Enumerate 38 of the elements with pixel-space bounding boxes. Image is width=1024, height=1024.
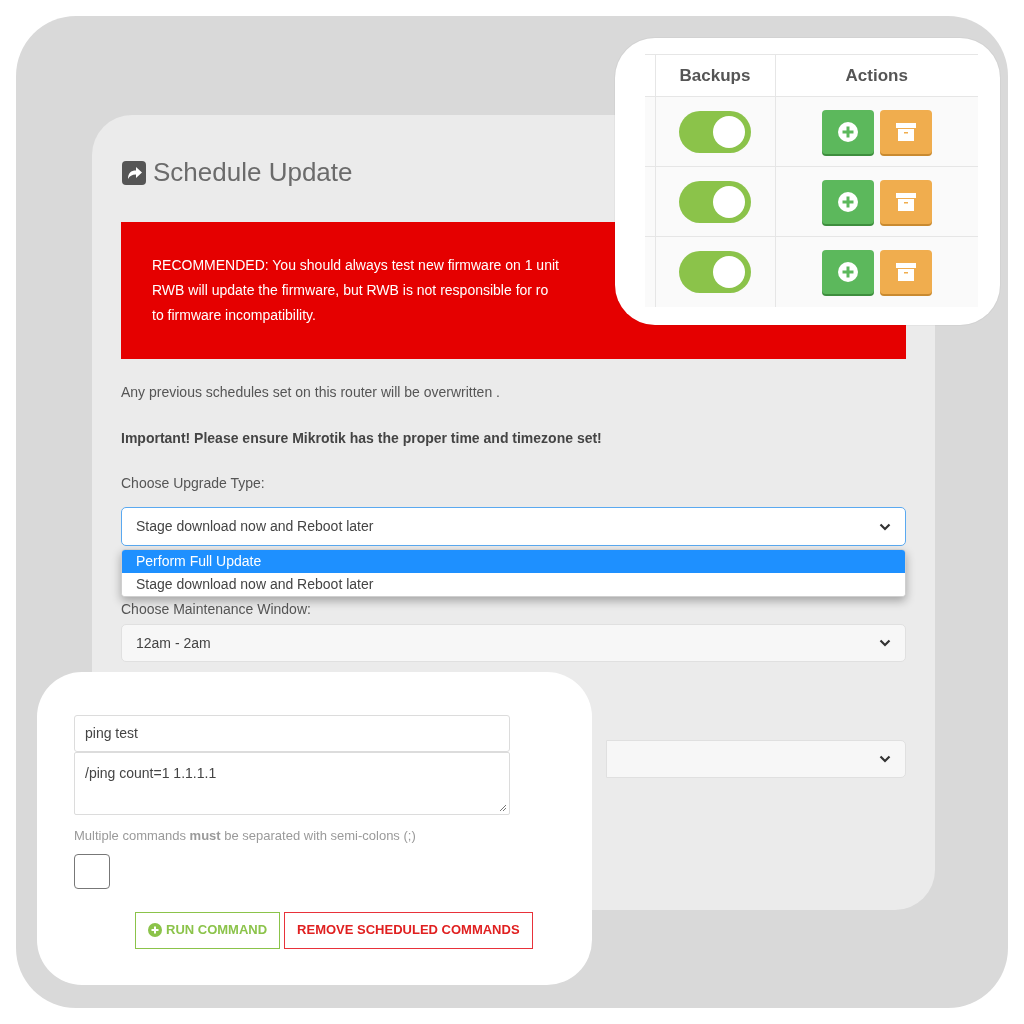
alert-text: to firmware incompatibility. (152, 306, 316, 325)
archive-button[interactable] (879, 109, 932, 154)
add-button[interactable] (821, 179, 874, 224)
upgrade-type-label: Choose Upgrade Type: (121, 474, 266, 493)
add-button[interactable] (821, 249, 874, 294)
plus-circle-icon (148, 923, 162, 937)
archive-box-icon (894, 260, 917, 283)
panel-title: Schedule Update (153, 156, 353, 189)
command-name-field[interactable]: ping test (74, 715, 510, 752)
add-button[interactable] (821, 109, 874, 154)
resize-handle-icon (499, 804, 507, 812)
alert-text: RECOMMENDED: You should always test new firmware on 1 unit (152, 256, 559, 275)
archive-box-icon (894, 120, 917, 143)
remove-commands-button[interactable]: REMOVE SCHEDULED COMMANDS (284, 911, 533, 949)
upgrade-type-select[interactable]: Stage download now and Reboot later (121, 507, 906, 546)
plus-circle-icon (836, 120, 859, 143)
plus-circle-icon (836, 190, 859, 213)
select-field[interactable] (606, 740, 906, 778)
share-icon (121, 159, 147, 186)
backup-toggle[interactable] (679, 180, 751, 223)
archive-button[interactable] (879, 179, 932, 224)
overwrite-note: Any previous schedules set on this router will be overwritten . (121, 383, 501, 402)
alert-text: RWB will update the firmware, but RWB is not responsible for ro (152, 281, 549, 300)
chevron-down-icon (879, 755, 891, 763)
backup-toggle[interactable] (679, 250, 751, 293)
dropdown-option[interactable]: Stage download now and Reboot later (122, 573, 905, 596)
important-note: Important! Please ensure Mikrotik has the proper time and timezone set! (121, 429, 603, 448)
archive-box-icon (894, 190, 917, 213)
checkbox[interactable] (74, 853, 110, 889)
maintenance-window-label: Choose Maintenance Window: (121, 600, 312, 619)
command-script-field[interactable]: /ping count=1 1.1.1.1 (74, 752, 510, 815)
maintenance-window-select[interactable]: 12am - 2am (121, 624, 906, 662)
plus-circle-icon (836, 260, 859, 283)
archive-button[interactable] (879, 249, 932, 294)
backup-toggle[interactable] (679, 110, 751, 153)
help-text: Multiple commands must be separated with semi-colons (;) (74, 827, 417, 845)
chevron-down-icon (879, 639, 891, 647)
chevron-down-icon (879, 522, 891, 531)
